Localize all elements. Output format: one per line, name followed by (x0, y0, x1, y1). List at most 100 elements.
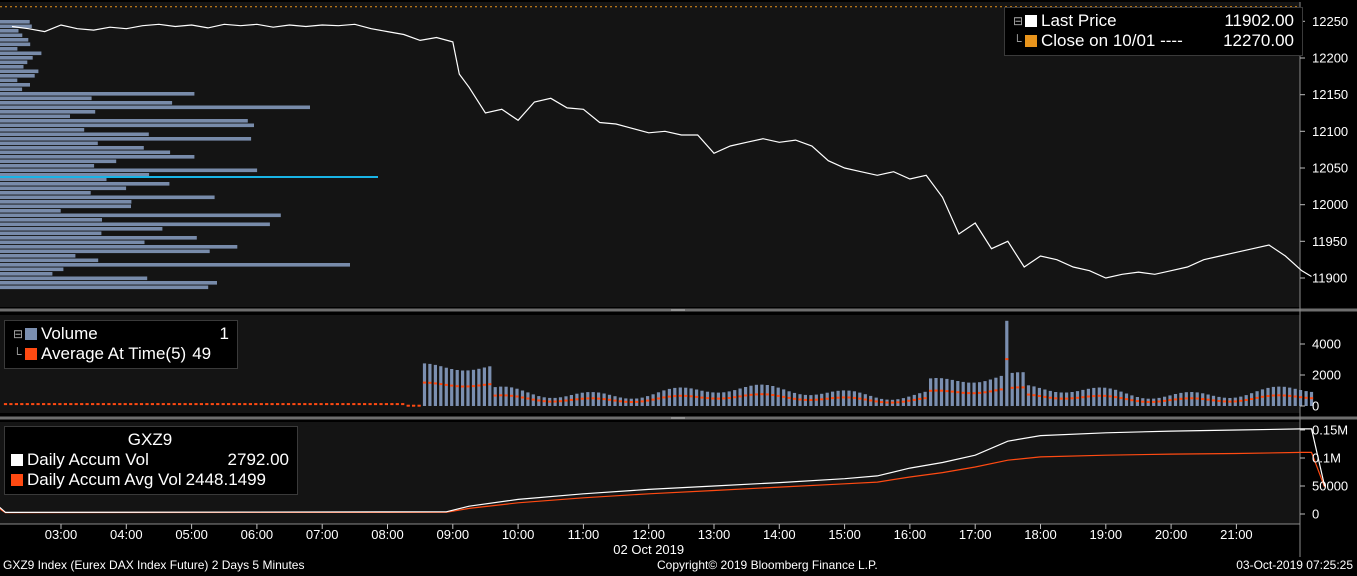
average-marker (863, 398, 867, 401)
average-marker (923, 397, 927, 400)
volume-bar (950, 379, 954, 406)
average-marker (918, 397, 922, 400)
legend-row-average[interactable]: └ Average At Time(5) 49 (13, 344, 229, 364)
x-axis-tick-label: 20:00 (1155, 527, 1188, 542)
average-marker (36, 403, 40, 406)
average-marker (1244, 399, 1248, 401)
average-marker (890, 401, 895, 404)
average-marker (618, 400, 622, 403)
average-marker (80, 403, 84, 406)
average-marker (1288, 394, 1292, 397)
profile-bar (0, 159, 117, 164)
average-marker (1026, 393, 1031, 396)
average-marker (744, 394, 748, 397)
average-marker (841, 396, 846, 399)
accum-axis-tick-label: 0.1M (1312, 451, 1341, 466)
volume-bar (972, 382, 976, 406)
volume-bar (461, 370, 465, 406)
profile-bar (0, 285, 209, 290)
average-marker (172, 403, 176, 406)
average-marker (1016, 386, 1020, 389)
average-marker (1124, 398, 1129, 401)
average-marker (221, 403, 225, 406)
average-marker (1293, 395, 1297, 398)
average-marker (9, 403, 13, 406)
profile-bar (0, 240, 145, 245)
profile-bar (0, 29, 19, 33)
x-axis-tick-label: 15:00 (828, 527, 861, 542)
average-marker (1086, 395, 1090, 398)
footer-timestamp: 03-Oct-2019 07:25:25 (1236, 558, 1353, 572)
average-marker (510, 394, 514, 397)
average-marker (292, 403, 296, 406)
average-marker (733, 396, 737, 399)
collapse-icon[interactable]: ⊟ (1013, 11, 1025, 31)
x-axis-date-label: 02 Oct 2019 (613, 542, 684, 557)
average-marker (270, 403, 274, 406)
volume-bar (450, 369, 454, 406)
price-axis-tick-label: 12100 (1312, 124, 1348, 139)
average-marker (564, 399, 568, 402)
average-marker (1119, 397, 1123, 400)
volume-bar (1010, 372, 1014, 406)
average-marker (646, 399, 650, 402)
profile-bar (0, 65, 24, 69)
profile-bar (0, 182, 170, 186)
average-marker (1075, 396, 1080, 399)
volume-legend[interactable]: ⊟ Volume 1 └ Average At Time(5) 49 (4, 320, 238, 369)
volume-bar (477, 368, 481, 406)
volume-bar (934, 378, 938, 406)
average-marker (820, 398, 824, 401)
volume-bar (455, 370, 459, 406)
average-marker (455, 385, 459, 388)
price-legend[interactable]: ⊟ Last Price 11902.00 └ Close on 10/01 -… (1004, 7, 1303, 56)
average-marker (308, 403, 312, 406)
profile-bar (0, 128, 85, 132)
price-axis-tick-label: 12200 (1312, 51, 1348, 66)
legend-accum-vol-label: Daily Accum Vol (27, 450, 149, 469)
average-marker (852, 396, 856, 399)
average-marker (341, 403, 345, 406)
average-marker (831, 397, 835, 400)
x-axis-tick-label: 18:00 (1024, 527, 1057, 542)
volume-axis-tick-label: 0 (1312, 399, 1319, 414)
volume-bar (428, 363, 432, 406)
volume-bar (422, 363, 427, 406)
legend-row-close[interactable]: └ Close on 10/01 ---- 12270.00 (1013, 31, 1294, 51)
average-marker (1266, 395, 1270, 397)
x-axis-tick-label: 14:00 (763, 527, 796, 542)
legend-row-last-price[interactable]: ⊟ Last Price 11902.00 (1013, 11, 1294, 31)
average-marker (537, 399, 541, 402)
legend-accum-avg-value: 2448.1499 (185, 470, 267, 489)
collapse-icon[interactable]: ⊟ (13, 324, 25, 344)
average-marker (754, 393, 758, 396)
average-marker (988, 390, 992, 393)
average-marker (439, 383, 443, 386)
average-marker (929, 389, 933, 392)
legend-row-accum-avg[interactable]: Daily Accum Avg Vol 2448.1499 (11, 470, 289, 490)
average-marker (422, 381, 427, 384)
profile-bar (0, 132, 149, 137)
average-marker (112, 403, 116, 406)
legend-row-accum-vol[interactable]: Daily Accum Vol 2792.00 (11, 450, 289, 470)
average-marker (1201, 398, 1205, 400)
profile-bar (0, 222, 270, 227)
x-axis-tick-label: 17:00 (959, 527, 992, 542)
volume-axis-tick-label: 2000 (1312, 368, 1341, 383)
average-marker (254, 403, 258, 406)
average-marker (591, 397, 595, 400)
average-marker (1179, 397, 1183, 400)
accum-legend[interactable]: GXZ9 Daily Accum Vol 2792.00 Daily Accum… (4, 426, 298, 495)
average-marker (722, 397, 726, 400)
average-marker (1195, 397, 1199, 400)
average-marker (635, 400, 639, 403)
average-marker (1304, 396, 1308, 399)
average-marker (716, 397, 720, 400)
average-marker (1190, 397, 1194, 400)
average-marker (248, 403, 252, 406)
volume-bar (1021, 372, 1025, 406)
close-swatch (1025, 35, 1037, 47)
legend-row-volume[interactable]: ⊟ Volume 1 (13, 324, 229, 344)
volume-bar (488, 366, 492, 406)
average-marker (1103, 394, 1107, 397)
